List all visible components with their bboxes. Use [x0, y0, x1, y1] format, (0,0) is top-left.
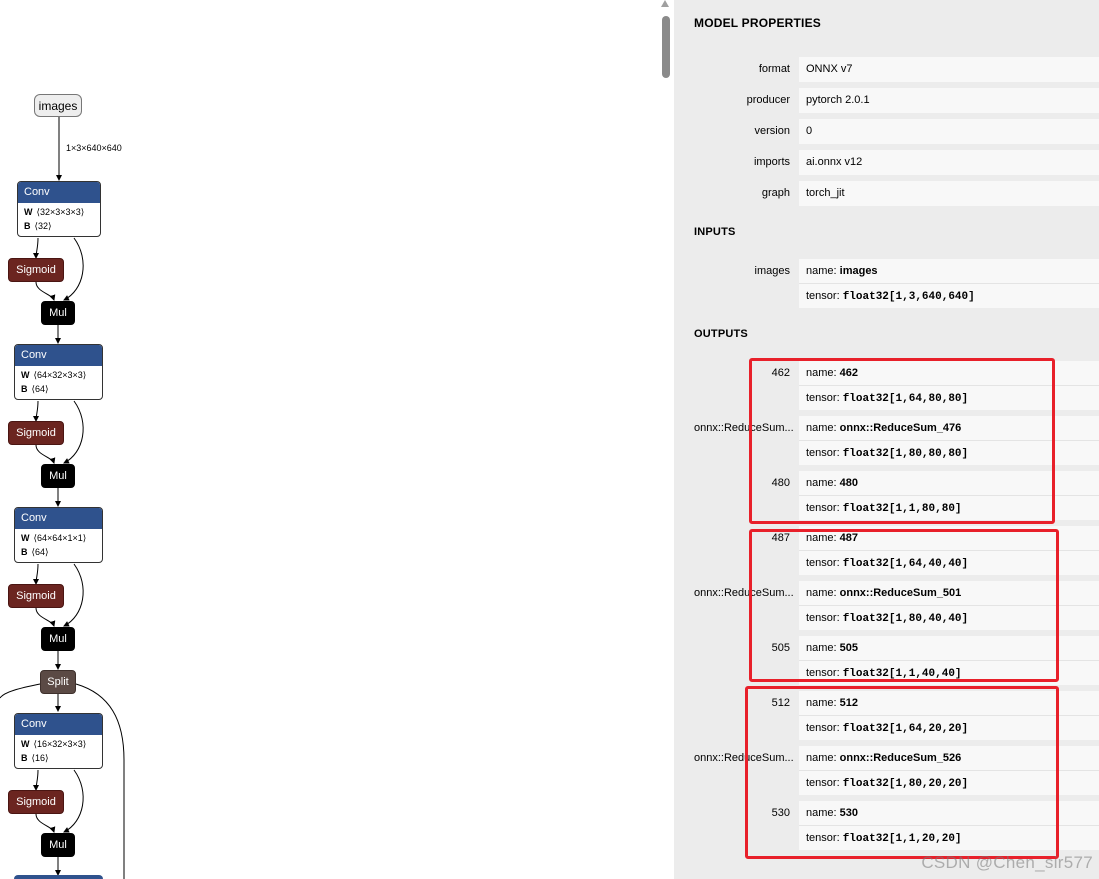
mul-node[interactable]: Mul [41, 833, 75, 857]
sigmoid-label: Sigmoid [16, 264, 56, 276]
sigmoid-node[interactable]: Sigmoid [8, 258, 64, 282]
property-label-version: version [754, 125, 790, 137]
mul-node[interactable]: Mul [41, 464, 75, 488]
conv-bias-row: B ⟨64⟩ [21, 547, 49, 557]
highlight-box [749, 529, 1059, 682]
watermark: CSDN @Chen_sir577 [921, 853, 1093, 872]
scroll-up-arrow-icon[interactable] [661, 0, 669, 7]
input-name-line: name: images [799, 259, 1099, 284]
property-label-format: format [758, 63, 790, 75]
input-node-label: images [38, 98, 78, 113]
outputs-section-title: OUTPUTS [694, 328, 748, 340]
mul-label: Mul [49, 633, 67, 645]
sigmoid-label: Sigmoid [16, 590, 56, 602]
input-node-images[interactable]: images [34, 94, 82, 117]
conv-bias-row: B ⟨32⟩ [24, 221, 52, 231]
conv-header: Conv [15, 714, 102, 735]
property-value-version[interactable]: 0 [799, 119, 1099, 144]
conv-header: Conv [15, 508, 102, 529]
scrollbar-thumb[interactable] [662, 16, 670, 78]
highlight-box [745, 686, 1059, 859]
edge-shape-label: 1×3×640×640 [66, 143, 122, 153]
input-item[interactable]: name: images tensor: float32[1,3,640,640… [799, 259, 1099, 308]
conv-node[interactable]: Conv W ⟨16×32×3×3⟩ B ⟨16⟩ [14, 713, 103, 769]
property-label-imports: imports [753, 156, 790, 168]
mul-node[interactable]: Mul [41, 301, 75, 325]
conv-node[interactable]: Conv W ⟨64×32×3×3⟩ B ⟨64⟩ [14, 344, 103, 400]
mul-label: Mul [49, 839, 67, 851]
property-value-graph[interactable]: torch_jit [799, 181, 1099, 206]
panel-title: MODEL PROPERTIES [694, 16, 821, 30]
split-node[interactable]: Split [40, 670, 76, 694]
mul-label: Mul [49, 470, 67, 482]
conv-weight-row: W ⟨64×32×3×3⟩ [21, 370, 87, 380]
property-value-producer[interactable]: pytorch 2.0.1 [799, 88, 1099, 113]
sigmoid-node[interactable]: Sigmoid [8, 421, 64, 445]
property-value-imports[interactable]: ai.onnx v12 [799, 150, 1099, 175]
conv-bias-row: B ⟨64⟩ [21, 384, 49, 394]
conv-weight-row: W ⟨64×64×1×1⟩ [21, 533, 87, 543]
inputs-section-title: INPUTS [694, 226, 736, 238]
sigmoid-node[interactable]: Sigmoid [8, 584, 64, 608]
graph-canvas[interactable]: images 1×3×640×640 Conv W ⟨32×3×3×3⟩ B ⟨32… [0, 0, 672, 879]
input-label: images [754, 265, 790, 277]
highlight-box [749, 358, 1055, 524]
conv-node[interactable]: Conv W ⟨32×3×3×3⟩ B ⟨32⟩ [17, 181, 101, 237]
property-label-producer: producer [746, 94, 790, 106]
sigmoid-node[interactable]: Sigmoid [8, 790, 64, 814]
conv-header: Conv [18, 182, 100, 203]
conv-header: Conv [15, 345, 102, 366]
conv-weight-row: W ⟨16×32×3×3⟩ [21, 739, 87, 749]
conv-bias-row: B ⟨16⟩ [21, 753, 49, 763]
input-tensor-line: tensor: float32[1,3,640,640] [806, 290, 975, 303]
property-label-graph: graph [761, 187, 790, 199]
conv-node[interactable]: Conv W ⟨64×64×1×1⟩ B ⟨64⟩ [14, 507, 103, 563]
sigmoid-label: Sigmoid [16, 796, 56, 808]
split-label: Split [47, 676, 69, 688]
conv-node-partial[interactable] [14, 875, 103, 879]
mul-node[interactable]: Mul [41, 627, 75, 651]
sigmoid-label: Sigmoid [16, 427, 56, 439]
conv-weight-row: W ⟨32×3×3×3⟩ [24, 207, 85, 217]
property-value-format[interactable]: ONNX v7 [799, 57, 1099, 82]
scrollbar[interactable] [658, 0, 672, 879]
mul-label: Mul [49, 307, 67, 319]
